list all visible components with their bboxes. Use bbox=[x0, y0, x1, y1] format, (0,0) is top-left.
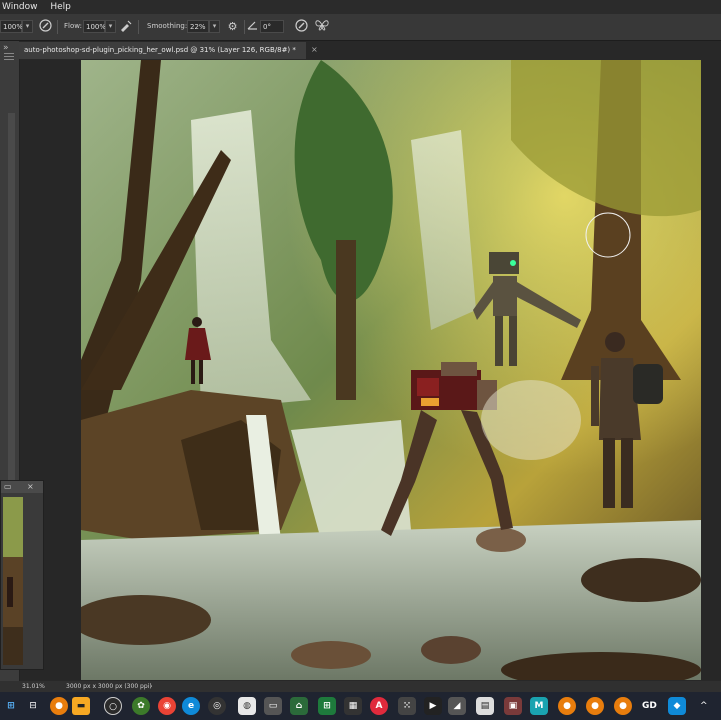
panel-close-icon[interactable]: × bbox=[27, 481, 34, 493]
angle-field[interactable]: 0° bbox=[260, 20, 284, 33]
task-view-icon[interactable]: ⊟ bbox=[24, 697, 42, 715]
app-house-icon[interactable]: ⌂ bbox=[290, 697, 308, 715]
app-circle-icon[interactable]: ○ bbox=[104, 697, 122, 715]
taskbar: ⊞ ⊟ ● ▬ ○ ✿ ◉ e ◎ ◍ ▭ ⌂ ⊞ ▦ A ⁙ ▶ ◢ ▤ ▣ … bbox=[0, 692, 721, 720]
app-flag-icon[interactable]: ▶ bbox=[424, 697, 442, 715]
blender-2-icon[interactable]: ● bbox=[558, 697, 576, 715]
app-red-icon[interactable]: ▣ bbox=[504, 697, 522, 715]
navigator-panel-header: ▭ × bbox=[1, 481, 43, 493]
airbrush-icon[interactable] bbox=[118, 19, 133, 34]
separator bbox=[57, 20, 58, 34]
app-green-icon[interactable]: ✿ bbox=[132, 697, 150, 715]
menu-bar: Window Help bbox=[0, 0, 721, 14]
navigator-thumbnail[interactable] bbox=[3, 497, 23, 665]
smoothing-label: Smoothing: bbox=[147, 22, 188, 30]
app-blue-icon[interactable]: ◆ bbox=[668, 697, 686, 715]
artwork-forest-scene bbox=[81, 60, 701, 680]
windows-start-icon[interactable]: ⊞ bbox=[2, 697, 20, 715]
pressure-opacity-icon[interactable] bbox=[38, 19, 53, 34]
smoothing-dropdown[interactable]: ▾ bbox=[209, 20, 220, 33]
tray-chevron-icon[interactable]: ^ bbox=[700, 697, 708, 715]
zoom-level[interactable]: 31.01% bbox=[22, 681, 45, 692]
document-info[interactable]: 3000 px x 3000 px (300 ppi) bbox=[66, 681, 152, 692]
pressure-size-icon[interactable] bbox=[294, 19, 309, 34]
status-bar: 31.01% 3000 px x 3000 px (300 ppi) › bbox=[0, 681, 721, 692]
taskbar-gd-label[interactable]: GD bbox=[642, 697, 657, 715]
navigator-panel: ▭ × bbox=[0, 480, 44, 670]
grip-icon[interactable] bbox=[4, 53, 14, 54]
collapse-icon[interactable]: » bbox=[3, 43, 9, 53]
flow-label: Flow: bbox=[64, 22, 82, 30]
folder-icon[interactable]: ▬ bbox=[72, 697, 90, 715]
opacity-field[interactable]: 100% bbox=[0, 20, 23, 33]
app-box-icon[interactable]: ▤ bbox=[476, 697, 494, 715]
edge-icon[interactable]: e bbox=[182, 697, 200, 715]
opacity-dropdown[interactable]: ▾ bbox=[22, 20, 33, 33]
app-a-icon[interactable]: A bbox=[370, 697, 388, 715]
options-bar: 100% ▾ Flow: 100% ▾ Smoothing: 22% ▾ ⚙ 0… bbox=[0, 14, 721, 41]
smoothing-field[interactable]: 22% bbox=[187, 20, 209, 33]
app-dark-icon[interactable]: ▦ bbox=[344, 697, 362, 715]
document-tab-bar: auto-photoshop-sd-plugin_picking_her_owl… bbox=[19, 41, 721, 59]
status-arrow-icon[interactable]: › bbox=[150, 681, 152, 692]
angle-icon bbox=[245, 19, 260, 34]
separator bbox=[138, 20, 139, 34]
flow-field[interactable]: 100% bbox=[83, 20, 106, 33]
blender-4-icon[interactable]: ● bbox=[614, 697, 632, 715]
app-ruler-icon[interactable]: ◢ bbox=[448, 697, 466, 715]
tools-scrollbar[interactable] bbox=[8, 113, 15, 533]
app-gray-icon[interactable]: ◎ bbox=[208, 697, 226, 715]
blender-3-icon[interactable]: ● bbox=[586, 697, 604, 715]
app-grid-icon[interactable]: ⊞ bbox=[318, 697, 336, 715]
app-m-icon[interactable]: M bbox=[530, 697, 548, 715]
close-tab-icon[interactable]: × bbox=[311, 45, 318, 54]
document-tab[interactable]: auto-photoshop-sd-plugin_picking_her_owl… bbox=[19, 42, 306, 59]
app-white-icon[interactable]: ◍ bbox=[238, 697, 256, 715]
document-canvas[interactable] bbox=[81, 60, 701, 680]
gear-icon[interactable]: ⚙ bbox=[225, 19, 240, 34]
menu-window[interactable]: Window bbox=[2, 2, 38, 12]
flow-dropdown[interactable]: ▾ bbox=[105, 20, 116, 33]
butterfly-icon[interactable] bbox=[314, 19, 329, 34]
menu-help[interactable]: Help bbox=[50, 2, 71, 12]
app-dots-icon[interactable]: ⁙ bbox=[398, 697, 416, 715]
blender-icon[interactable]: ● bbox=[50, 697, 68, 715]
app-window-icon[interactable]: ▭ bbox=[264, 697, 282, 715]
chrome-icon[interactable]: ◉ bbox=[158, 697, 176, 715]
panel-collapse-icon[interactable]: ▭ bbox=[4, 481, 12, 493]
